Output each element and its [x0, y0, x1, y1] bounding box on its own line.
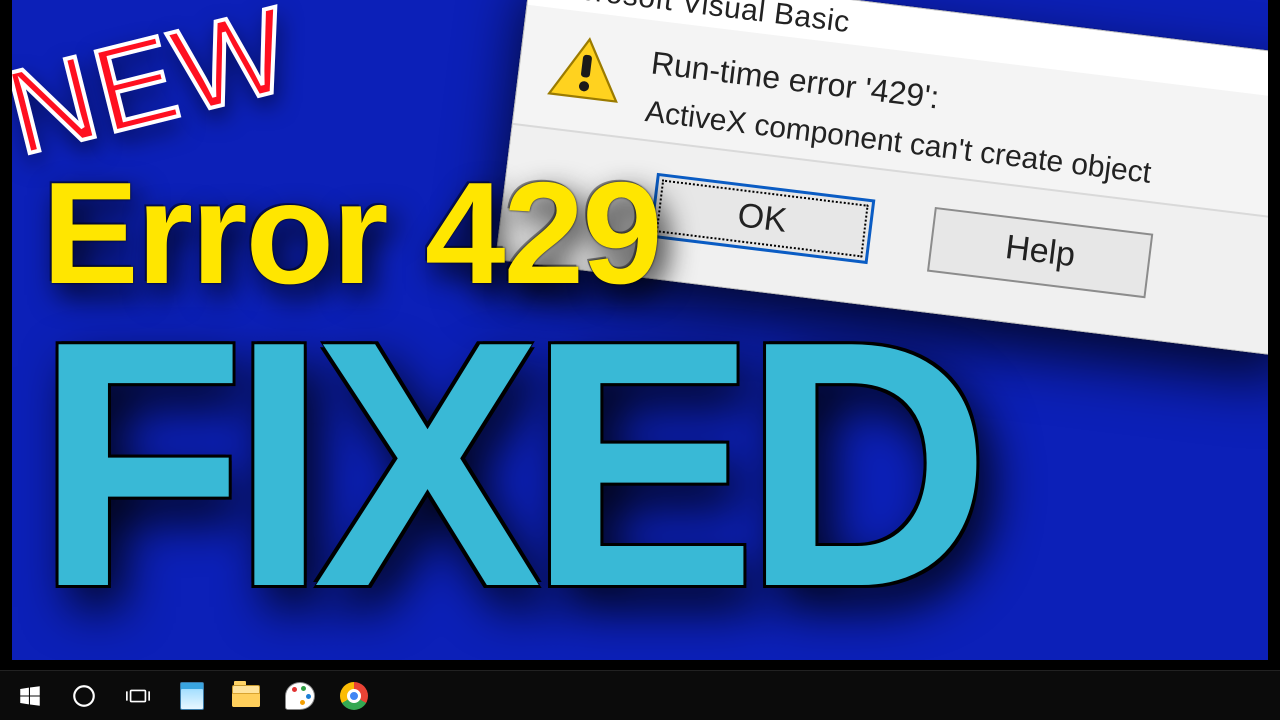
cortana-button[interactable]	[58, 674, 110, 718]
circle-icon	[71, 683, 97, 709]
notepad-icon	[177, 681, 207, 711]
task-view-button[interactable]	[112, 674, 164, 718]
taskbar-app-notepad[interactable]	[166, 674, 218, 718]
taskbar-app-chrome[interactable]	[328, 674, 380, 718]
taskbar	[0, 670, 1280, 720]
folder-icon	[231, 681, 261, 711]
palette-icon	[285, 681, 315, 711]
task-view-icon	[125, 683, 151, 709]
taskbar-app-paint[interactable]	[274, 674, 326, 718]
warning-icon	[547, 32, 626, 104]
ok-button[interactable]: OK	[649, 173, 875, 264]
close-icon[interactable]: ✕	[1261, 57, 1268, 96]
desktop-background: Microsoft Visual Basic ✕ Run-time error …	[12, 0, 1268, 660]
taskbar-app-file-explorer[interactable]	[220, 674, 272, 718]
start-button[interactable]	[4, 674, 56, 718]
headline-fixed: FIXED	[36, 290, 977, 640]
windows-logo-icon	[17, 683, 43, 709]
chrome-icon	[339, 681, 369, 711]
